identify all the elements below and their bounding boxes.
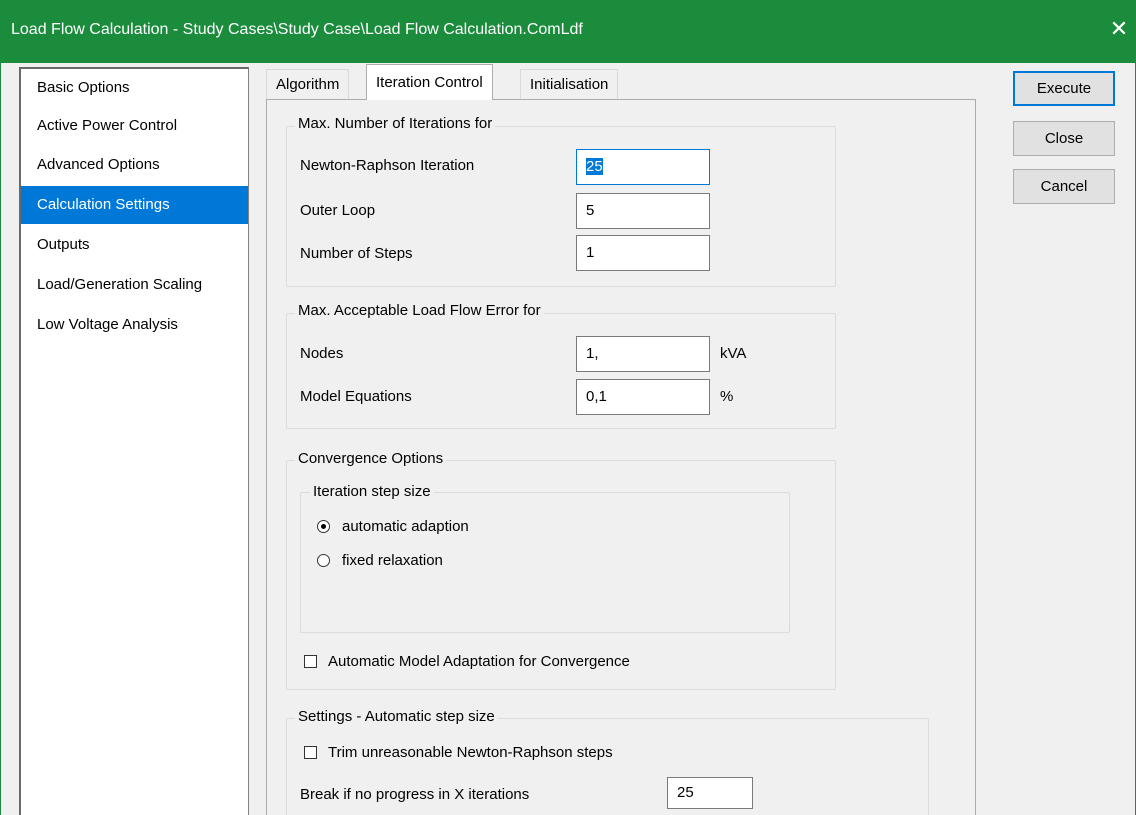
outer-loop-field[interactable]: 5 (576, 193, 710, 229)
model-equations-label: Model Equations (300, 388, 412, 405)
newton-raphson-field[interactable]: 25 (576, 149, 710, 185)
fixed-relaxation-radio[interactable] (317, 554, 330, 567)
nav-item-outputs[interactable]: Outputs (21, 226, 248, 264)
break-iterations-field[interactable]: 25 (667, 777, 753, 809)
automatic-adaption-label[interactable]: automatic adaption (342, 518, 469, 535)
tab-iteration-control[interactable]: Iteration Control (366, 64, 493, 100)
nodes-unit: kVA (720, 345, 747, 362)
nav-item-basic-options[interactable]: Basic Options (21, 69, 248, 107)
close-button[interactable]: Close (1013, 121, 1115, 156)
execute-button[interactable]: Execute (1013, 71, 1115, 106)
trim-steps-label[interactable]: Trim unreasonable Newton-Raphson steps (328, 744, 613, 761)
nav-item-active-power-control[interactable]: Active Power Control (21, 107, 248, 145)
newton-raphson-label: Newton-Raphson Iteration (300, 157, 475, 174)
model-equations-unit: % (720, 388, 734, 405)
model-equations-field[interactable]: 0,1 (576, 379, 710, 415)
tab-algorithm[interactable]: Algorithm (266, 69, 350, 99)
iterations-group-title: Max. Number of Iterations for (295, 115, 496, 132)
break-iterations-label: Break if no progress in X iterations (300, 786, 530, 803)
tab-initialisation[interactable]: Initialisation (520, 69, 619, 99)
error-group-title: Max. Acceptable Load Flow Error for (295, 302, 544, 319)
auto-step-group-title: Settings - Automatic step size (295, 708, 498, 725)
nav-item-low-voltage-analysis[interactable]: Low Voltage Analysis (21, 306, 248, 344)
fixed-relaxation-label[interactable]: fixed relaxation (342, 552, 443, 569)
nav-item-load-generation-scaling[interactable]: Load/Generation Scaling (21, 266, 248, 304)
trim-steps-checkbox[interactable] (304, 746, 317, 759)
nodes-label: Nodes (300, 345, 344, 362)
number-of-steps-label: Number of Steps (300, 245, 413, 262)
window-title: Load Flow Calculation - Study Cases\Stud… (11, 21, 583, 38)
step-size-group-title: Iteration step size (310, 483, 434, 500)
outer-loop-label: Outer Loop (300, 202, 376, 219)
nav-item-calculation-settings[interactable]: Calculation Settings (21, 186, 248, 224)
options-nav: Basic Options Active Power Control Advan… (19, 67, 249, 815)
nav-item-advanced-options[interactable]: Advanced Options (21, 146, 248, 184)
number-of-steps-field[interactable]: 1 (576, 235, 710, 271)
automatic-adaption-radio[interactable] (317, 520, 330, 533)
convergence-group-title: Convergence Options (295, 450, 447, 467)
model-adaptation-label[interactable]: Automatic Model Adaptation for Convergen… (328, 653, 630, 670)
nodes-field[interactable]: 1, (576, 336, 710, 372)
model-adaptation-checkbox[interactable] (304, 655, 317, 668)
title-bar: Load Flow Calculation - Study Cases\Stud… (0, 0, 1136, 63)
cancel-button[interactable]: Cancel (1013, 169, 1115, 204)
error-group (286, 313, 836, 429)
close-icon[interactable]: ✕ (1109, 17, 1129, 41)
